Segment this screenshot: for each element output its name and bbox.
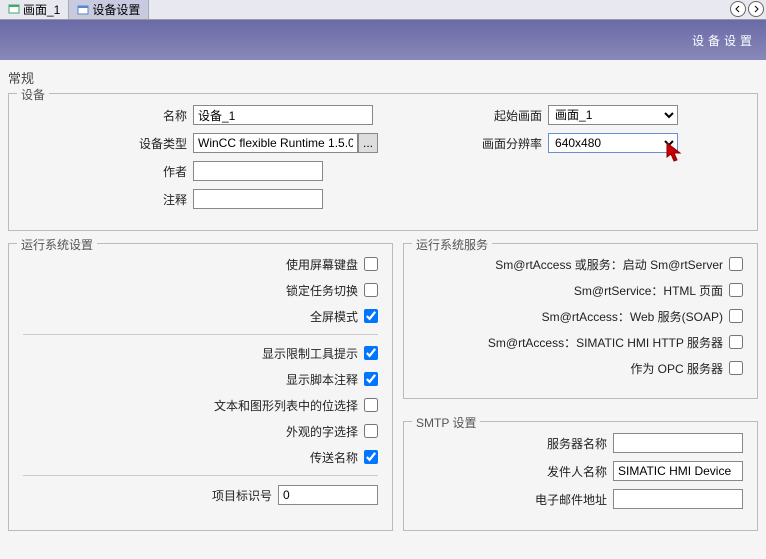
check-show-limit[interactable] <box>364 346 378 360</box>
label-sender: 发件人名称 <box>547 463 613 480</box>
label-server: 服务器名称 <box>547 435 613 452</box>
check-text-pos[interactable] <box>364 398 378 412</box>
label-type: 设备类型 <box>23 135 193 152</box>
label-lock-task: 锁定任务切换 <box>286 282 358 299</box>
input-author[interactable] <box>193 161 323 181</box>
select-start-screen[interactable]: 画面_1 <box>548 105 678 125</box>
tab-screen1[interactable]: 画面_1 <box>0 0 69 19</box>
label-use-keyboard: 使用屏幕键盘 <box>286 256 358 273</box>
tab-device-settings[interactable]: 设备设置 <box>69 0 149 19</box>
label-smart-http: Sm@rtAccess：SIMATIC HMI HTTP 服务器 <box>488 334 723 351</box>
label-text-pos: 文本和图形列表中的位选择 <box>214 397 358 414</box>
select-resolution[interactable]: 640x480 <box>548 133 678 153</box>
check-smart-web[interactable] <box>729 309 743 323</box>
group-smtp: SMTP 设置 服务器名称 发件人名称 电子邮件地址 <box>403 421 758 531</box>
check-use-keyboard[interactable] <box>364 257 378 271</box>
screen-icon <box>8 4 20 16</box>
check-font-sel[interactable] <box>364 424 378 438</box>
input-server[interactable] <box>613 433 743 453</box>
label-name: 名称 <box>23 107 193 124</box>
title-band: 设备设置 <box>0 20 766 60</box>
label-comment: 注释 <box>23 191 193 208</box>
nav-next-button[interactable] <box>748 1 764 17</box>
input-sender[interactable] <box>613 461 743 481</box>
label-email: 电子邮件地址 <box>535 491 613 508</box>
section-general: 常规 <box>8 68 758 87</box>
group-device: 设备 名称 设备类型 ... 作者 注释 <box>8 93 758 231</box>
nav-arrows <box>730 1 764 17</box>
page-title: 设备设置 <box>692 32 756 49</box>
group-rt-services: 运行系统服务 Sm@rtAccess 或服务：启动 Sm@rtServer Sm… <box>403 243 758 399</box>
label-opc: 作为 OPC 服务器 <box>630 360 723 377</box>
label-fullscreen: 全屏模式 <box>310 308 358 325</box>
label-trans-name: 传送名称 <box>310 449 358 466</box>
check-trans-name[interactable] <box>364 450 378 464</box>
group-label-rt-services: 运行系统服务 <box>412 236 492 253</box>
group-label-rt-settings: 运行系统设置 <box>17 236 97 253</box>
divider <box>23 475 378 476</box>
label-resolution: 画面分辨率 <box>398 135 548 152</box>
label-smart-html: Sm@rtService：HTML 页面 <box>574 282 723 299</box>
type-browse-button[interactable]: ... <box>358 133 378 153</box>
input-name[interactable] <box>193 105 373 125</box>
input-proj-id[interactable] <box>278 485 378 505</box>
tab-bar: 画面_1 设备设置 <box>0 0 766 20</box>
check-smart-access[interactable] <box>729 257 743 271</box>
divider <box>23 334 378 335</box>
label-smart-access: Sm@rtAccess 或服务：启动 Sm@rtServer <box>495 256 723 273</box>
group-label-smtp: SMTP 设置 <box>412 414 480 431</box>
tab-label: 画面_1 <box>23 1 60 18</box>
group-rt-settings: 运行系统设置 使用屏幕键盘 锁定任务切换 全屏模式 显示限制工具提示 显示脚本注… <box>8 243 393 531</box>
label-start-screen: 起始画面 <box>398 107 548 124</box>
input-type[interactable] <box>193 133 358 153</box>
input-comment[interactable] <box>193 189 323 209</box>
label-author: 作者 <box>23 163 193 180</box>
check-opc[interactable] <box>729 361 743 375</box>
check-smart-http[interactable] <box>729 335 743 349</box>
tab-label: 设备设置 <box>92 1 140 18</box>
check-smart-html[interactable] <box>729 283 743 297</box>
label-proj-id: 项目标识号 <box>212 487 278 504</box>
label-show-limit: 显示限制工具提示 <box>262 345 358 362</box>
settings-icon <box>77 4 89 16</box>
label-font-sel: 外观的字选择 <box>286 423 358 440</box>
label-show-script: 显示脚本注释 <box>286 371 358 388</box>
label-smart-web: Sm@rtAccess：Web 服务(SOAP) <box>542 308 723 325</box>
check-fullscreen[interactable] <box>364 309 378 323</box>
input-email[interactable] <box>613 489 743 509</box>
group-label-device: 设备 <box>17 86 49 103</box>
check-lock-task[interactable] <box>364 283 378 297</box>
content: 常规 设备 名称 设备类型 ... 作者 注释 <box>0 60 766 559</box>
nav-prev-button[interactable] <box>730 1 746 17</box>
check-show-script[interactable] <box>364 372 378 386</box>
